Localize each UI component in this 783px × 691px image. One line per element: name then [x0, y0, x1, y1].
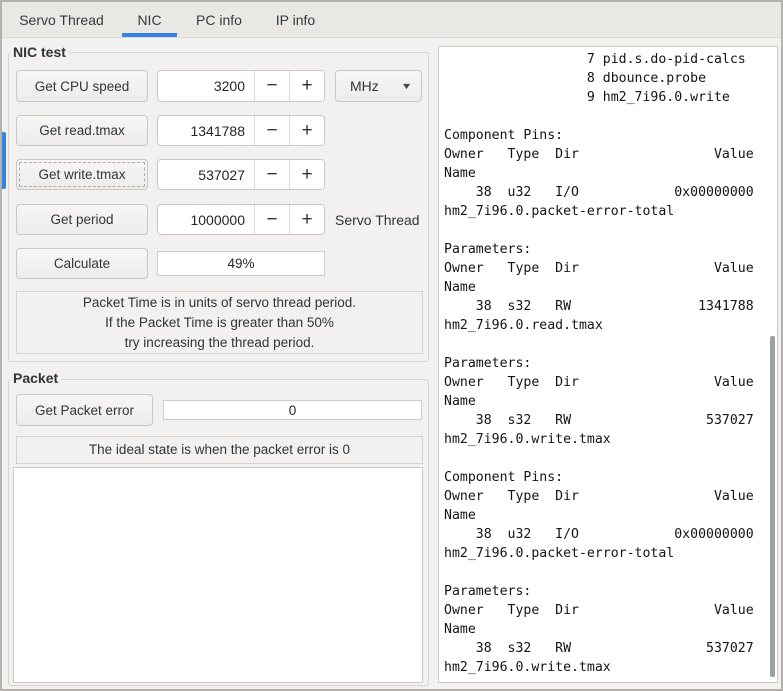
get-write-tmax-button[interactable]: Get write.tmax [16, 159, 148, 190]
packet-frame-label: Packet [10, 371, 62, 386]
dropdown-arrow-icon: ▼ [400, 81, 413, 91]
cpu-speed-unit-value: MHz [350, 78, 379, 94]
packet-time-progress-field[interactable]: 49% [157, 251, 325, 276]
cpu-speed-increment-icon[interactable]: + [289, 71, 324, 101]
packet-time-percent: 49% [227, 256, 255, 271]
write-tmax-decrement-icon[interactable]: − [254, 160, 289, 189]
packet-time-info-line3: try increasing the thread period. [124, 334, 315, 350]
servo-thread-label: Servo Thread [335, 211, 420, 228]
hal-output-panel[interactable]: 7 pid.s.do-pid-calcs 8 dbounce.probe 9 h… [438, 46, 778, 683]
packet-time-info-line1: Packet Time is in units of servo thread … [82, 294, 357, 310]
packet-error-info-text: The ideal state is when the packet error… [88, 442, 351, 457]
period-spinbox: 1000000 − + [157, 204, 325, 235]
write-tmax-value[interactable]: 537027 [158, 160, 254, 189]
output-scrollbar-thumb[interactable] [770, 336, 775, 677]
app-window: Servo Thread NIC PC info IP info NIC tes… [0, 0, 783, 691]
cpu-speed-unit-dropdown[interactable]: MHz ▼ [335, 70, 422, 102]
read-tmax-spinbox: 1341788 − + [157, 115, 325, 146]
tab-servo-thread-label: Servo Thread [19, 11, 104, 28]
read-tmax-increment-icon[interactable]: + [289, 116, 324, 145]
get-read-tmax-label: Get read.tmax [39, 123, 125, 138]
nic-test-frame-label: NIC test [10, 45, 69, 60]
packet-error-field[interactable]: 0 [163, 400, 422, 420]
period-value[interactable]: 1000000 [158, 205, 254, 234]
packet-empty-panel [13, 467, 423, 683]
write-tmax-spinbox: 537027 − + [157, 159, 325, 190]
get-cpu-speed-label: Get CPU speed [34, 78, 130, 94]
get-period-button[interactable]: Get period [16, 204, 148, 235]
tab-ip-info-label: IP info [275, 11, 316, 28]
tab-pc-info[interactable]: PC info [178, 2, 260, 37]
get-cpu-speed-button[interactable]: Get CPU speed [16, 70, 148, 102]
packet-time-info-box: Packet Time is in units of servo thread … [16, 291, 423, 354]
tab-bar: Servo Thread NIC PC info IP info [2, 2, 781, 38]
read-tmax-decrement-icon[interactable]: − [254, 116, 289, 145]
tab-ip-info[interactable]: IP info [260, 2, 331, 37]
period-decrement-icon[interactable]: − [254, 205, 289, 234]
get-read-tmax-button[interactable]: Get read.tmax [16, 115, 148, 146]
packet-error-value: 0 [288, 402, 297, 418]
tab-nic[interactable]: NIC [121, 2, 178, 37]
read-tmax-value[interactable]: 1341788 [158, 116, 254, 145]
get-period-label: Get period [50, 212, 114, 227]
tab-nic-label: NIC [137, 11, 162, 28]
cpu-speed-value[interactable]: 3200 [158, 71, 254, 101]
tab-pc-info-label: PC info [196, 11, 242, 28]
period-increment-icon[interactable]: + [289, 205, 324, 234]
cpu-speed-spinbox: 3200 − + [157, 70, 325, 102]
write-tmax-increment-icon[interactable]: + [289, 160, 324, 189]
active-tab-indicator [122, 33, 177, 37]
get-packet-error-label: Get Packet error [34, 402, 135, 418]
calculate-label: Calculate [53, 256, 111, 271]
tab-servo-thread[interactable]: Servo Thread [2, 2, 121, 37]
hal-output-text: 7 pid.s.do-pid-calcs 8 dbounce.probe 9 h… [444, 52, 754, 675]
cpu-speed-decrement-icon[interactable]: − [254, 71, 289, 101]
calculate-button[interactable]: Calculate [16, 248, 148, 279]
packet-time-info-line2: If the Packet Time is greater than 50% [105, 314, 334, 330]
get-write-tmax-label: Get write.tmax [38, 167, 126, 182]
get-packet-error-button[interactable]: Get Packet error [16, 394, 153, 426]
edge-scroll-indicator[interactable] [2, 132, 6, 189]
packet-error-info-box: The ideal state is when the packet error… [16, 436, 423, 464]
